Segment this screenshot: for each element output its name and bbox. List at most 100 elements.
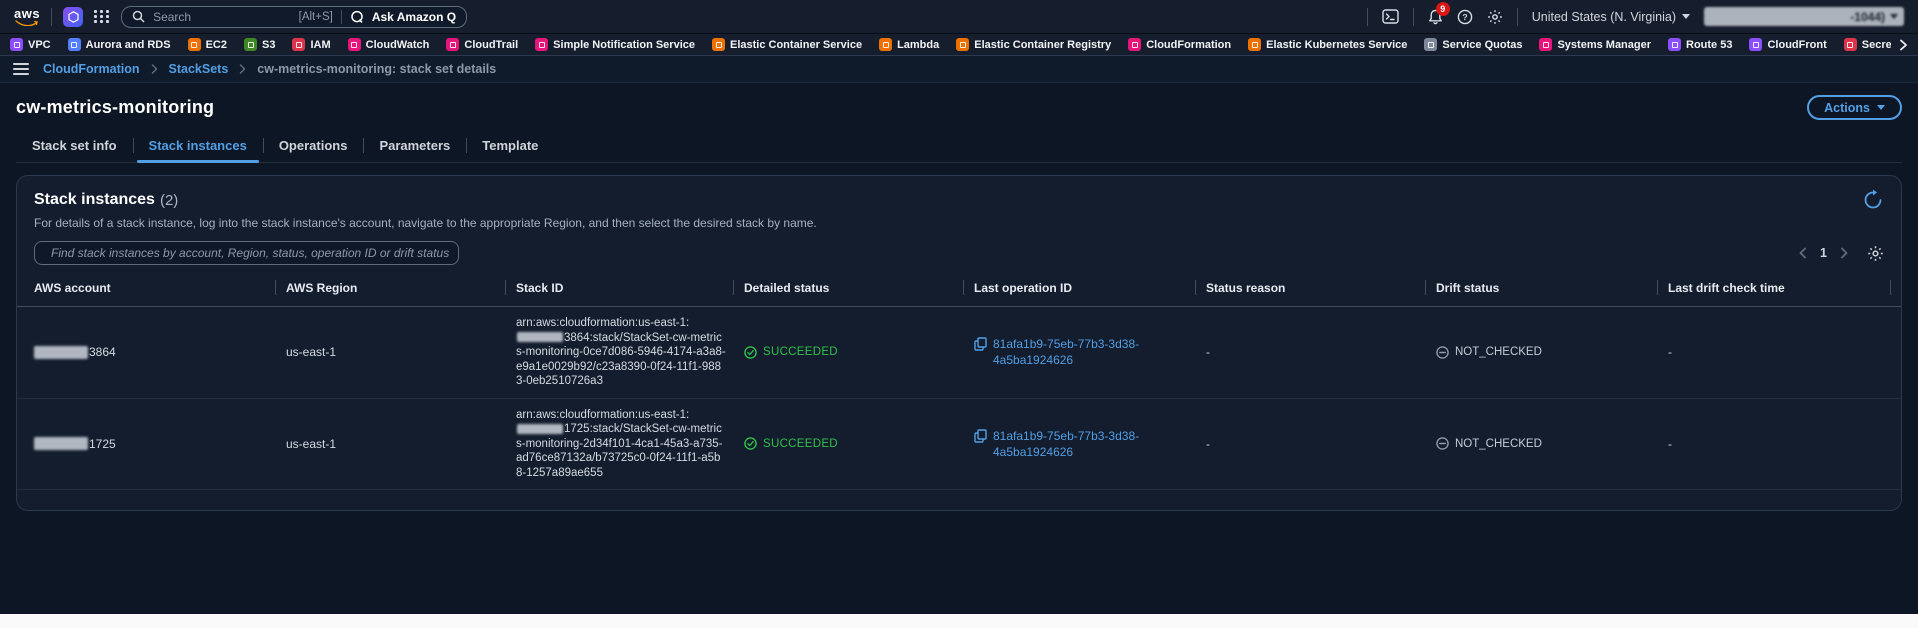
service-icon: [1424, 38, 1438, 51]
tab-list: Stack set info Stack instances Operation…: [16, 132, 1902, 163]
refresh-button[interactable]: [1862, 189, 1884, 211]
favorite-service-item[interactable]: Route 53: [1668, 38, 1732, 51]
favorite-service-item[interactable]: Systems Manager: [1539, 38, 1651, 51]
service-icon: [347, 38, 361, 51]
global-search-input[interactable]: Search [Alt+S] Ask Amazon Q: [121, 5, 468, 28]
divider: [340, 9, 342, 24]
favorite-service-item[interactable]: Lambda: [879, 38, 939, 51]
favorite-service-item[interactable]: Secrets Manager: [1843, 38, 1891, 51]
service-icon: [187, 38, 201, 51]
operation-id-link[interactable]: 81afa1b9-75eb-77b3-3d38-4a5ba1924626: [993, 336, 1143, 368]
service-label: CloudWatch: [365, 38, 430, 51]
region-selector[interactable]: United States (N. Virginia): [1532, 10, 1690, 24]
favorite-service-item[interactable]: CloudFormation: [1128, 38, 1231, 51]
notifications-button[interactable]: 9: [1428, 1, 1450, 25]
gear-icon: [1487, 9, 1502, 24]
refresh-icon: [1864, 189, 1882, 209]
favorite-service-item[interactable]: S3: [244, 38, 275, 51]
service-icon: [712, 38, 725, 51]
service-icon: [535, 38, 549, 51]
column-header-aws-region: AWS Region: [286, 277, 516, 306]
favorite-service-item[interactable]: Simple Notification Service: [535, 38, 695, 51]
hexagon-icon: [67, 10, 79, 23]
favorite-service-item[interactable]: Service Quotas: [1424, 38, 1522, 51]
tab-operations[interactable]: Operations: [262, 132, 364, 162]
account-menu[interactable]: -1044): [1704, 7, 1904, 26]
favorites-scroll-right-button[interactable]: [1899, 39, 1908, 51]
chevron-left-icon: [1799, 247, 1806, 259]
breadcrumb-stacksets[interactable]: StackSets: [169, 62, 229, 76]
status-reason-cell: -: [1206, 436, 1210, 451]
tab-template[interactable]: Template: [466, 132, 554, 162]
service-label: CloudFront: [1767, 38, 1827, 51]
tab-stack-instances[interactable]: Stack instances: [132, 132, 263, 163]
table-body: 3864 us-east-1 arn:aws:cloudformation:us…: [17, 307, 1901, 490]
help-button[interactable]: ?: [1457, 9, 1473, 25]
favorite-service-item[interactable]: Aurora and RDS: [67, 38, 171, 51]
service-label: EC2: [205, 38, 227, 51]
table-header-row: AWS account AWS Region Stack ID Detailed st…: [17, 277, 1901, 307]
copy-icon[interactable]: [974, 429, 987, 443]
filter-input[interactable]: Find stack instances by account, Region,…: [34, 241, 459, 265]
favorite-service-item[interactable]: Elastic Kubernetes Service: [1248, 38, 1407, 51]
aws-region-cell: us-east-1: [286, 345, 337, 360]
service-icon: [1843, 38, 1857, 51]
favorite-service-item[interactable]: Elastic Container Service: [712, 38, 862, 51]
status-reason-cell: -: [1206, 345, 1210, 360]
pagination: 1: [1799, 245, 1884, 262]
tab-parameters[interactable]: Parameters: [363, 132, 466, 162]
gear-icon: [1868, 245, 1883, 261]
copy-icon[interactable]: [974, 337, 987, 351]
service-label: Route 53: [1686, 38, 1733, 51]
chevron-right-icon: [151, 64, 157, 74]
service-label: Lambda: [897, 38, 940, 51]
service-icon: [1749, 38, 1763, 51]
svg-text:?: ?: [1462, 12, 1467, 22]
table-preferences-button[interactable]: [1867, 245, 1884, 262]
breadcrumb-current: cw-metrics-monitoring: stack set details: [257, 62, 497, 76]
chevron-down-icon: [1890, 14, 1898, 19]
operation-id-link[interactable]: 81afa1b9-75eb-77b3-3d38-4a5ba1924626: [993, 428, 1143, 460]
stack-id-cell: arn:aws:cloudformation:us-east-1:3864:st…: [516, 317, 726, 387]
app-launcher-icon[interactable]: [94, 10, 110, 23]
last-drift-check-cell: -: [1668, 345, 1672, 360]
breadcrumb-bar: CloudFormation StackSets cw-metrics-moni…: [0, 56, 1918, 83]
column-header-status-reason: Status reason: [1206, 277, 1436, 306]
tab-stack-set-info[interactable]: Stack set info: [16, 132, 133, 162]
region-label: United States (N. Virginia): [1531, 9, 1676, 24]
side-nav-toggle[interactable]: [13, 63, 29, 75]
panel-count: (2): [159, 191, 179, 209]
favorite-service-item[interactable]: CloudWatch: [347, 38, 430, 51]
search-shortcut: [Alt+S]: [298, 10, 333, 23]
last-operation-id-cell: 81afa1b9-75eb-77b3-3d38-4a5ba1924626: [974, 327, 1206, 377]
next-page-button[interactable]: [1840, 247, 1848, 259]
favorite-service-item[interactable]: VPC: [10, 38, 51, 51]
amazon-q-app-icon[interactable]: [63, 6, 84, 27]
service-label: Elastic Container Registry: [974, 38, 1112, 51]
page-number[interactable]: 1: [1820, 246, 1827, 260]
cloudshell-button[interactable]: [1382, 9, 1399, 24]
topbar: aws Search [Alt+S] Ask Amazon Q 9 ? Unit…: [0, 0, 1918, 34]
previous-page-button[interactable]: [1799, 247, 1807, 259]
settings-button[interactable]: [1487, 9, 1503, 25]
favorite-service-item[interactable]: Elastic Container Registry: [956, 38, 1111, 51]
favorite-service-item[interactable]: EC2: [187, 38, 227, 51]
favorite-service-item[interactable]: IAM: [292, 38, 331, 51]
table-row: 1725 us-east-1 arn:aws:cloudformation:us…: [17, 399, 1901, 490]
detailed-status-cell: SUCCEEDED: [744, 428, 974, 459]
aws-logo[interactable]: aws: [14, 7, 40, 26]
actions-button[interactable]: Actions: [1807, 95, 1902, 120]
notification-badge: 9: [1435, 1, 1450, 16]
chevron-right-icon: [1841, 247, 1848, 259]
favorite-service-item[interactable]: CloudFront: [1749, 38, 1827, 51]
table-row: 3864 us-east-1 arn:aws:cloudformation:us…: [17, 307, 1901, 399]
breadcrumb-cloudformation[interactable]: CloudFormation: [43, 62, 140, 76]
service-label: Secrets Manager: [1861, 38, 1891, 51]
service-label: Service Quotas: [1442, 38, 1523, 51]
service-label: Elastic Kubernetes Service: [1266, 38, 1408, 51]
ask-amazon-q-button[interactable]: Ask Amazon Q: [372, 10, 456, 24]
favorite-service-item[interactable]: CloudTrail: [446, 38, 518, 51]
search-icon: [132, 10, 145, 23]
stack-instances-table: AWS account AWS Region Stack ID Detailed st…: [17, 277, 1901, 490]
service-label: CloudTrail: [464, 38, 519, 51]
